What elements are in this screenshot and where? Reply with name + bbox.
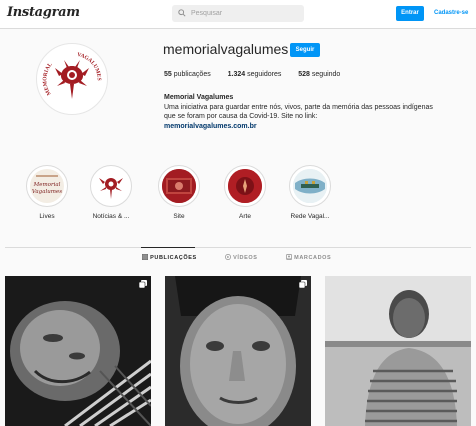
highlight-site[interactable]: Site	[153, 165, 205, 220]
following-count: 528	[298, 71, 310, 78]
followers-count: 1.324	[227, 71, 246, 78]
login-button[interactable]: Entrar	[396, 6, 424, 21]
tab-label: VÍDEOS	[233, 255, 258, 261]
search-input[interactable]	[191, 5, 299, 22]
svg-text:Vagalumes: Vagalumes	[32, 189, 62, 195]
post-image	[5, 276, 151, 426]
bio-line-2: que se foram por causa da Covid-19. Site…	[164, 113, 318, 120]
tab-marcados[interactable]: MARCADOS	[286, 254, 331, 261]
tag-icon	[286, 254, 292, 260]
post-thumbnail[interactable]	[5, 276, 151, 426]
highlight-label: Site	[173, 213, 185, 220]
active-tab-indicator	[141, 247, 195, 248]
profile-avatar[interactable]: MEMORIAL VAGALUMES	[36, 43, 108, 115]
followers-label: seguidores	[247, 71, 282, 78]
post-thumbnail[interactable]	[325, 276, 471, 426]
highlight-cover	[90, 165, 132, 207]
tab-videos[interactable]: VÍDEOS	[225, 254, 258, 261]
posts-label: publicações	[173, 71, 211, 78]
highlight-noticias[interactable]: Notícias & ...	[85, 165, 137, 220]
post-image	[325, 276, 471, 426]
posts-stat: 55 publicações	[164, 71, 211, 78]
profile-stats: 55 publicações 1.324 seguidores 528 segu…	[164, 71, 340, 78]
post-thumbnail[interactable]	[165, 276, 311, 426]
video-icon	[225, 254, 231, 260]
highlight-cover	[158, 165, 200, 207]
profile-username: memorialvagalumes	[163, 41, 289, 57]
bio-line-1: Uma iniciativa para guardar entre nós, v…	[164, 103, 433, 111]
highlight-label: Rede Vagal...	[290, 213, 330, 220]
highlight-cover: Memorial Vagalumes	[26, 165, 68, 207]
highlight-label: Notícias & ...	[92, 213, 130, 220]
svg-text:Memorial: Memorial	[33, 182, 61, 188]
following-label: seguindo	[311, 71, 341, 78]
follow-button[interactable]: Seguir	[290, 43, 320, 57]
search-box[interactable]	[172, 5, 304, 22]
highlight-label: Arte	[239, 213, 251, 220]
highlight-label: Lives	[39, 213, 55, 220]
highlight-lives[interactable]: Memorial Vagalumes Lives	[21, 165, 73, 220]
following-stat[interactable]: 528 seguindo	[298, 71, 340, 78]
profile-bio: Memorial Vagalumes Uma iniciativa para g…	[164, 93, 464, 131]
posts-count: 55	[164, 71, 172, 78]
highlight-rede-vagalumes[interactable]: Rede Vagal...	[284, 165, 336, 220]
highlight-cover	[224, 165, 266, 207]
tabs-divider	[5, 247, 471, 248]
carousel-icon	[299, 280, 307, 288]
signup-link[interactable]: Cadastre-se	[434, 10, 468, 16]
tab-label: PUBLICAÇÕES	[150, 255, 197, 261]
search-icon	[178, 9, 186, 17]
tab-publicacoes[interactable]: PUBLICAÇÕES	[141, 253, 197, 261]
carousel-icon	[139, 280, 147, 288]
top-navbar: Instagram Entrar Cadastre-se	[0, 0, 476, 29]
website-link[interactable]: memorialvagalumes.com.br	[164, 122, 464, 132]
followers-stat[interactable]: 1.324 seguidores	[228, 71, 282, 78]
post-image	[165, 276, 311, 426]
grid-icon	[141, 253, 149, 261]
highlight-cover	[289, 165, 331, 207]
instagram-logo[interactable]: Instagram	[7, 5, 80, 20]
tab-label: MARCADOS	[294, 255, 332, 261]
profile-full-name: Memorial Vagalumes	[164, 94, 234, 101]
highlight-arte[interactable]: Arte	[219, 165, 271, 220]
